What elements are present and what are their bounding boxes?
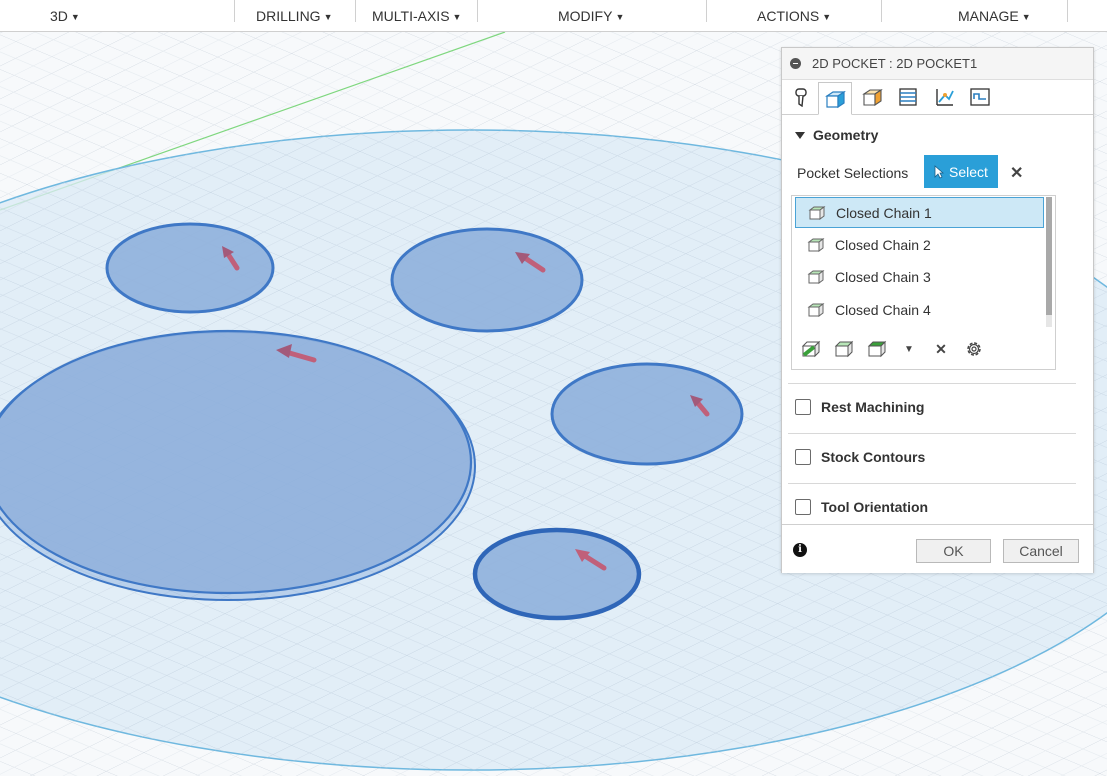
tool-orientation-checkbox[interactable]: Tool Orientation	[795, 499, 928, 515]
toolbar-multi-axis-menu[interactable]: MULTI-AXIS ▼	[372, 8, 461, 24]
caret-down-icon: ▼	[452, 12, 462, 22]
select-chain-button[interactable]	[833, 338, 855, 360]
pocket-right[interactable]	[550, 362, 744, 466]
chain-select-icon	[834, 340, 854, 358]
caret-down-icon: ▼	[822, 12, 832, 22]
dialog-title-bar[interactable]: 2D POCKET : 2D POCKET1	[782, 48, 1093, 80]
tab-tool[interactable]	[784, 82, 818, 112]
caret-down-icon: ▼	[615, 12, 625, 22]
toolbar-separator	[234, 0, 235, 22]
post-tab-icon	[970, 88, 990, 106]
collapse-icon[interactable]	[790, 58, 801, 69]
checkbox[interactable]	[795, 449, 811, 465]
list-item[interactable]: Closed Chain 2	[795, 229, 1044, 260]
toolbar-separator	[477, 0, 478, 22]
cancel-button[interactable]: Cancel	[1003, 539, 1079, 563]
select-button[interactable]: Select	[924, 155, 998, 188]
chain-settings-button[interactable]	[963, 338, 985, 360]
checkbox[interactable]	[795, 499, 811, 515]
linking-tab-icon	[936, 89, 954, 106]
gear-icon	[967, 342, 981, 356]
toolbar: 3D ▼ DRILLING ▼ MULTI-AXIS ▼ MODIFY ▼ ACTION…	[0, 0, 1107, 32]
stock-contours-checkbox[interactable]: Stock Contours	[795, 449, 925, 465]
toolbar-drilling-menu[interactable]: DRILLING ▼	[256, 8, 333, 24]
close-icon: ✕	[935, 340, 947, 357]
face-select-icon	[801, 340, 821, 358]
pointer-cursor-icon	[934, 164, 945, 179]
collapse-triangle-icon	[795, 132, 805, 139]
toolbar-manage-menu[interactable]: MANAGE ▼	[958, 8, 1031, 24]
pocket-large[interactable]	[0, 329, 476, 601]
select-solid-button[interactable]	[866, 338, 888, 360]
ok-button[interactable]: OK	[916, 539, 991, 563]
chain-selection-list: Closed Chain 1 Closed Chain 2 Closed Cha…	[791, 195, 1056, 370]
tab-heights[interactable]	[855, 82, 889, 112]
geometry-section-header[interactable]: Geometry	[795, 127, 878, 143]
tab-passes[interactable]	[891, 82, 925, 112]
geometry-tab-icon	[825, 90, 846, 108]
info-icon[interactable]: i	[793, 543, 807, 557]
dialog-title: 2D POCKET : 2D POCKET1	[812, 56, 978, 71]
chain-list-tools: ▼ ✕	[792, 332, 1055, 368]
caret-down-icon: ▼	[904, 343, 914, 355]
closed-chain-icon	[807, 269, 825, 284]
dialog-tabs	[782, 80, 1093, 115]
dialog-footer: i OK Cancel	[782, 524, 1093, 573]
caret-down-icon: ▼	[323, 12, 333, 22]
clear-selection-icon[interactable]: ✕	[1010, 163, 1023, 183]
toolbar-separator	[1067, 0, 1068, 22]
tab-linking[interactable]	[927, 82, 961, 112]
toolbar-separator	[706, 0, 707, 22]
list-item[interactable]: Closed Chain 3	[795, 261, 1044, 292]
list-scrollbar[interactable]	[1046, 197, 1052, 327]
closed-chain-icon	[807, 302, 825, 317]
caret-down-icon: ▼	[70, 12, 80, 22]
list-item[interactable]: Closed Chain 4	[795, 294, 1044, 325]
checkbox[interactable]	[795, 399, 811, 415]
toolbar-separator	[881, 0, 882, 22]
pocket-selections-label: Pocket Selections	[797, 165, 909, 181]
passes-tab-icon	[899, 88, 917, 106]
section-divider	[788, 383, 1076, 384]
tool-tab-icon	[795, 88, 807, 107]
section-divider	[788, 483, 1076, 484]
toolbar-3d-menu[interactable]: 3D ▼	[50, 8, 80, 24]
pocket-top-left[interactable]	[105, 222, 275, 314]
toolbar-modify-menu[interactable]: MODIFY ▼	[558, 8, 624, 24]
pocket-top-middle[interactable]	[390, 227, 584, 333]
closed-chain-icon	[807, 237, 825, 252]
operation-dialog: 2D POCKET : 2D POCKET1 Geometry Pocket S…	[781, 47, 1094, 573]
pocket-bottom[interactable]	[472, 527, 642, 621]
caret-down-icon: ▼	[1021, 12, 1031, 22]
toolbar-separator	[355, 0, 356, 22]
remove-chain-button[interactable]: ✕	[930, 338, 952, 360]
tab-post[interactable]	[963, 82, 997, 112]
heights-tab-icon	[862, 88, 883, 107]
section-divider	[788, 433, 1076, 434]
solid-select-icon	[867, 340, 887, 358]
chain-options-dropdown[interactable]: ▼	[898, 338, 920, 360]
list-item[interactable]: Closed Chain 1	[795, 197, 1044, 228]
scrollbar-thumb[interactable]	[1046, 197, 1052, 315]
select-face-button[interactable]	[800, 338, 822, 360]
closed-chain-icon	[808, 205, 826, 220]
toolbar-actions-menu[interactable]: ACTIONS ▼	[757, 8, 831, 24]
tab-geometry[interactable]	[818, 82, 852, 115]
rest-machining-checkbox[interactable]: Rest Machining	[795, 399, 924, 415]
